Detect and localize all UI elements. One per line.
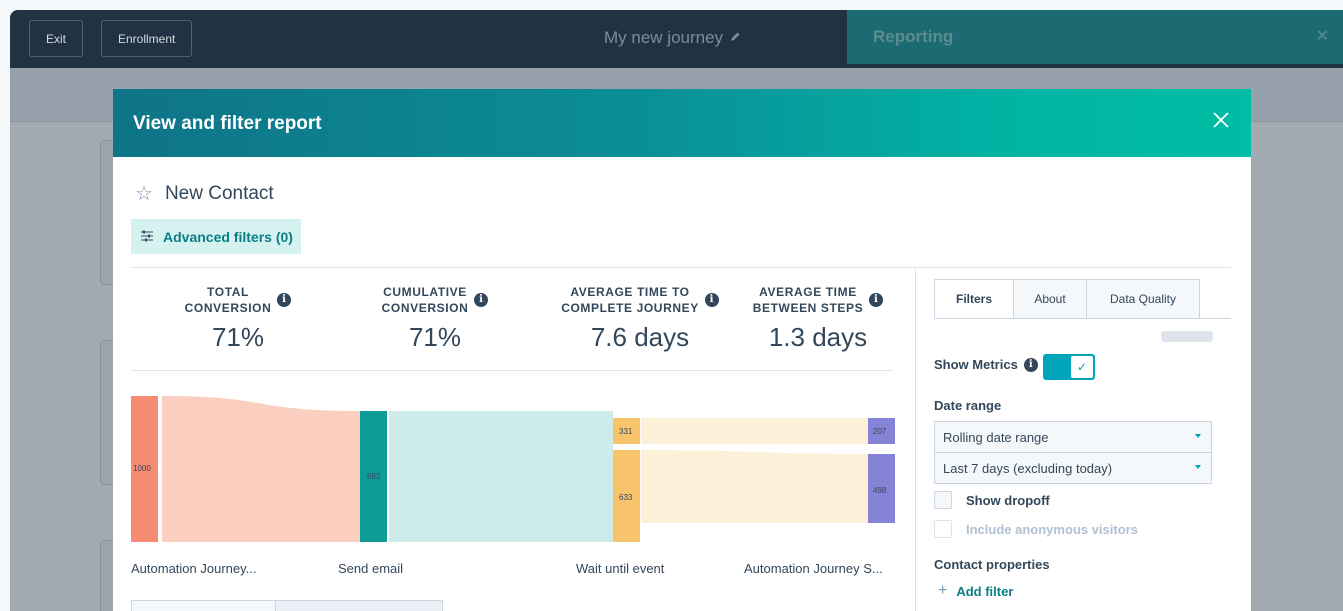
modal-title: View and filter report <box>133 113 322 134</box>
info-icon[interactable]: i <box>277 293 292 307</box>
reporting-panel-header: Reporting ✕ <box>847 10 1343 64</box>
side-panel-tabs: Filters About Data Quality <box>934 279 1200 319</box>
advanced-filters-button[interactable]: Advanced filters (0) <box>131 219 301 254</box>
advanced-filters-label: Advanced filters (0) <box>163 228 293 245</box>
divider <box>934 318 1231 319</box>
caret-down-icon <box>1195 434 1201 438</box>
reporting-title: Reporting <box>873 27 954 46</box>
metric-label-line2: COMPLETE JOURNEY <box>561 301 699 315</box>
flow-wait-upper-to-end <box>641 418 868 444</box>
metric-total-conversion: TOTAL CONVERSION i 71% <box>143 283 333 353</box>
info-icon[interactable]: i <box>704 293 719 307</box>
metric-value: 7.6 days <box>590 322 690 352</box>
flow-wait-lower-to-end <box>641 450 868 523</box>
close-icon[interactable] <box>1209 109 1233 133</box>
sankey-chart: 1000 982 331 633 207 498 <box>131 396 895 542</box>
plus-icon: + <box>938 582 948 599</box>
add-filter-button[interactable]: + Add filter <box>938 582 1013 600</box>
date-range-type-value: Rolling date range <box>943 429 1049 445</box>
metric-label-line2: BETWEEN STEPS <box>752 301 864 315</box>
metric-value: 1.3 days <box>768 322 868 352</box>
show-dropoff-checkbox[interactable]: Show dropoff <box>934 491 1050 509</box>
contact-properties-label: Contact properties <box>934 557 1050 572</box>
tab-filters[interactable]: Filters <box>934 279 1014 319</box>
journey-title-text: My new journey <box>604 28 724 47</box>
tab-about[interactable]: About <box>1013 279 1087 319</box>
journey-topbar: Exit Enrollment My new journey Reporting… <box>10 10 1343 68</box>
show-dropoff-label: Show dropoff <box>966 492 1050 508</box>
metric-label-line1: TOTAL <box>207 285 249 299</box>
report-modal: View and filter report ☆ New Contact Adv… <box>113 89 1251 611</box>
info-icon[interactable]: i <box>1023 357 1038 372</box>
date-range-value: Last 7 days (excluding today) <box>943 460 1113 476</box>
metric-label-line2: CONVERSION <box>381 301 469 315</box>
journey-title[interactable]: My new journey <box>604 28 741 48</box>
table-tab[interactable] <box>276 601 442 611</box>
metric-avg-time-between: AVERAGE TIME BETWEEN STEPS i 1.3 days <box>723 283 913 353</box>
placeholder-pill <box>1161 331 1213 342</box>
stage-label: Automation Journey... <box>131 561 257 576</box>
modal-header: View and filter report <box>113 89 1251 157</box>
metric-label-line1: CUMULATIVE <box>383 285 467 299</box>
caret-down-icon <box>1195 465 1201 469</box>
info-icon[interactable]: i <box>869 293 884 307</box>
divider <box>131 267 1231 268</box>
table-tabs[interactable] <box>131 600 443 611</box>
metric-avg-time-complete: AVERAGE TIME TO COMPLETE JOURNEY i 7.6 da… <box>525 283 755 353</box>
show-metrics-toggle[interactable]: ✓ <box>1043 354 1095 380</box>
node-wait-lower-value: 633 <box>619 493 633 502</box>
exit-button[interactable]: Exit <box>29 20 84 57</box>
stage-label: Wait until event <box>576 561 665 576</box>
include-anonymous-label: Include anonymous visitors <box>966 521 1138 537</box>
date-range-value-select[interactable]: Last 7 days (excluding today) <box>934 452 1212 484</box>
report-name: ☆ New Contact <box>135 181 274 206</box>
check-icon: ✓ <box>1071 356 1093 378</box>
node-send-email-value: 982 <box>367 472 381 481</box>
checkbox[interactable] <box>934 491 952 509</box>
info-icon[interactable]: i <box>474 293 489 307</box>
date-range-label: Date range <box>934 398 1002 413</box>
report-name-text: New Contact <box>164 182 274 204</box>
metric-value: 71% <box>408 322 462 352</box>
enrollment-button[interactable]: Enrollment <box>101 20 193 57</box>
metric-label-line1: AVERAGE TIME <box>759 285 857 299</box>
metric-cumulative-conversion: CUMULATIVE CONVERSION i 71% <box>340 283 530 353</box>
star-icon[interactable]: ☆ <box>135 181 153 206</box>
show-metrics-label: Show Metrics i <box>934 357 1038 372</box>
node-start-value: 1000 <box>133 464 151 473</box>
checkbox[interactable] <box>934 520 952 538</box>
divider <box>131 370 893 371</box>
flow-start-to-email <box>162 396 360 542</box>
pencil-icon[interactable] <box>729 28 741 48</box>
stage-label: Send email <box>338 561 404 576</box>
date-range-type-select[interactable]: Rolling date range <box>934 421 1212 453</box>
sliders-icon <box>140 229 154 245</box>
show-metrics-text: Show Metrics <box>934 357 1018 372</box>
metric-label-line1: AVERAGE TIME TO <box>570 285 690 299</box>
divider <box>915 267 916 611</box>
metric-value: 71% <box>211 322 265 352</box>
node-end-lower-value: 498 <box>873 486 887 495</box>
tab-data-quality[interactable]: Data Quality <box>1086 279 1200 319</box>
node-wait-upper-value: 331 <box>619 427 633 436</box>
stage-label: Automation Journey S... <box>744 561 883 576</box>
reporting-close-icon[interactable]: ✕ <box>1316 26 1329 46</box>
flow-email-to-wait <box>389 411 613 542</box>
add-filter-label: Add filter <box>956 583 1014 599</box>
node-end-upper-value: 207 <box>873 427 887 436</box>
include-anonymous-checkbox[interactable]: Include anonymous visitors <box>934 520 1138 538</box>
metric-label-line2: CONVERSION <box>184 301 272 315</box>
